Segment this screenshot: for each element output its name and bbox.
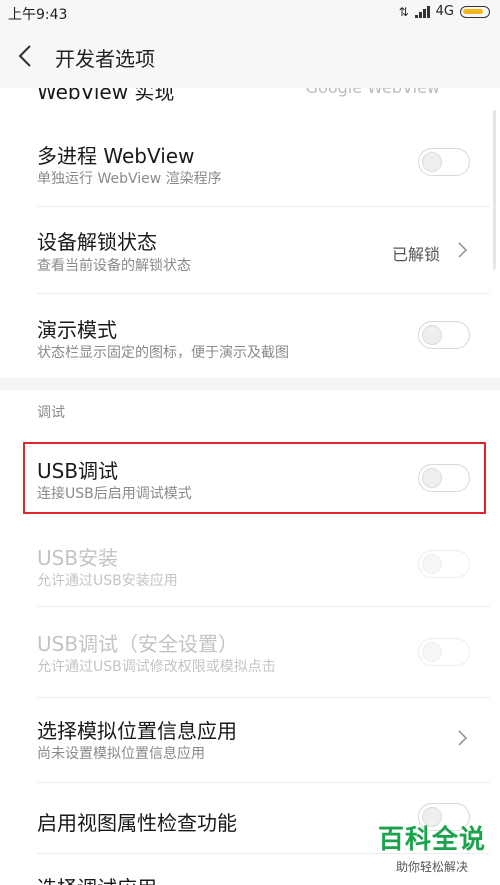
usb-install-toggle[interactable] — [418, 550, 470, 578]
setting-row-unlock-status[interactable]: 设备解锁状态 查看当前设备的解锁状态 已解锁 — [0, 207, 500, 293]
data-transfer-icon: ⇅ — [398, 4, 409, 19]
back-arrow-icon[interactable] — [14, 42, 38, 70]
page-title: 开发者选项 — [55, 47, 155, 71]
setting-row-demo-mode[interactable]: 演示模式 状态栏显示固定的图标，便于演示及截图 — [0, 294, 500, 378]
status-bar: 上午9:43 ⇅ 4G — [0, 0, 500, 26]
setting-row-multiprocess-webview[interactable]: 多进程 WebView 单独运行 WebView 渲染程序 — [0, 126, 500, 206]
watermark-logo: 百科全说 助你轻松解决 — [378, 819, 486, 875]
setting-title: 选择调试应用 — [37, 872, 157, 885]
setting-subtitle: 单独运行 WebView 渲染程序 — [37, 171, 222, 187]
network-type: 4G — [435, 4, 454, 19]
section-label-debug: 调试 — [37, 405, 65, 421]
setting-title: 多进程 WebView — [37, 144, 195, 168]
multiprocess-toggle[interactable] — [418, 148, 470, 176]
unlock-status-value: 已解锁 — [391, 245, 440, 264]
setting-title: 选择模拟位置信息应用 — [37, 719, 237, 743]
setting-value: Google WebView — [306, 88, 440, 97]
setting-title: WebView 实现 — [37, 88, 175, 104]
setting-subtitle: 查看当前设备的解锁状态 — [37, 258, 191, 274]
highlight-box — [23, 442, 486, 514]
usb-debug-secure-toggle[interactable] — [418, 638, 470, 666]
setting-row-usb-install[interactable]: USB安装 允许通过USB安装应用 — [0, 522, 500, 606]
setting-subtitle: 允许通过USB调试修改权限或模拟点击 — [37, 659, 276, 675]
header: 开发者选项 — [0, 26, 500, 88]
chevron-right-icon — [458, 730, 468, 746]
battery-icon — [460, 5, 490, 18]
watermark-main: 百科全说 — [377, 825, 486, 855]
setting-subtitle: 允许通过USB安装应用 — [37, 573, 178, 589]
setting-title: USB安装 — [37, 546, 119, 570]
setting-subtitle: 尚未设置模拟位置信息应用 — [37, 746, 205, 762]
setting-row-mock-location[interactable]: 选择模拟位置信息应用 尚未设置模拟位置信息应用 — [0, 698, 500, 782]
setting-title: USB调试（安全设置） — [37, 632, 239, 656]
setting-row-webview-impl[interactable]: WebView 实现 Google WebView — [0, 88, 500, 126]
status-icons: ⇅ 4G — [399, 4, 490, 19]
chevron-right-icon — [458, 242, 468, 258]
watermark-sub: 助你轻松解决 — [395, 860, 468, 874]
demo-mode-toggle[interactable] — [418, 321, 470, 349]
section-separator — [0, 378, 500, 390]
signal-icon — [414, 5, 430, 18]
scrollbar[interactable] — [493, 110, 496, 270]
status-time: 上午9:43 — [8, 7, 68, 23]
setting-subtitle: 状态栏显示固定的图标，便于演示及截图 — [37, 345, 289, 361]
setting-title: 演示模式 — [37, 318, 117, 342]
setting-title: 启用视图属性检查功能 — [37, 811, 237, 835]
setting-title: 设备解锁状态 — [37, 230, 157, 254]
setting-row-usb-debug-secure[interactable]: USB调试（安全设置） 允许通过USB调试修改权限或模拟点击 — [0, 607, 500, 697]
